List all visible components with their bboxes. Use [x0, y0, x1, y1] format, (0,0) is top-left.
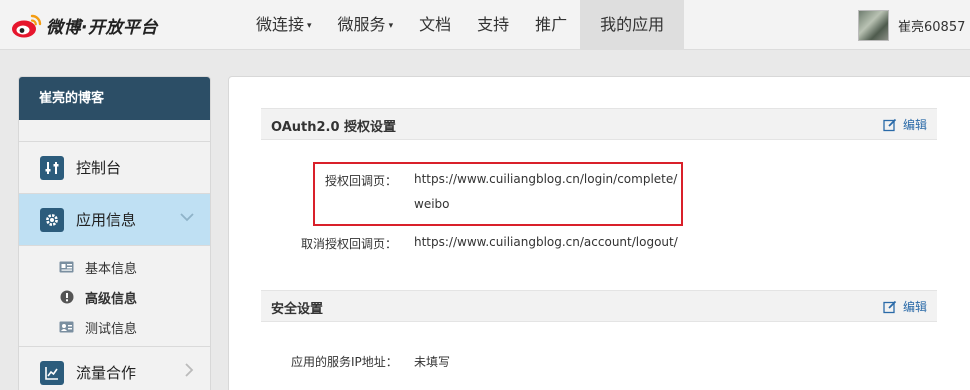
weibo-open-platform-logo[interactable]: 微博·开放平台	[10, 10, 158, 40]
nav-item-label: 微服务	[337, 15, 386, 34]
nav-item-my-apps[interactable]: 我的应用	[580, 0, 685, 50]
nav-item-label: 我的应用	[600, 15, 665, 34]
section-title: OAuth2.0 授权设置	[271, 120, 397, 135]
sidebar-app-name: 崔亮的博客	[19, 77, 210, 120]
section-title: 安全设置	[271, 302, 324, 317]
top-navigation-bar: 微博·开放平台 微连接 ▾ 微服务 ▾ 文档 支持 推广 我的应用 崔亮60857	[0, 0, 970, 50]
edit-label: 编辑	[902, 300, 927, 314]
chevron-down-icon	[180, 210, 194, 226]
id-card-icon	[59, 261, 74, 274]
nav-item-micro-service[interactable]: 微服务 ▾	[325, 0, 407, 50]
brand-name: 微博·开放平台	[46, 17, 158, 38]
main-panel: OAuth2.0 授权设置 编辑 授权回调页： https://www.cuil…	[228, 76, 970, 390]
server-ip-value: 未填写	[414, 355, 451, 369]
avatar[interactable]	[858, 9, 889, 41]
chevron-down-icon: ▾	[388, 20, 394, 31]
nav-item-support[interactable]: 支持	[464, 0, 522, 50]
alert-circle-icon	[59, 290, 74, 304]
chevron-down-icon: ▾	[307, 20, 312, 31]
sidebar-item-console[interactable]: 控制台	[19, 142, 210, 194]
sidebar-spacer	[19, 120, 210, 142]
gear-icon	[40, 207, 64, 232]
sidebar-item-traffic-cooperation[interactable]: 流量合作	[19, 347, 210, 390]
cancel-callback-url-label: 取消授权回调页：	[301, 237, 398, 251]
sidebar-subitem-advanced-info[interactable]: 高级信息	[19, 282, 210, 312]
sidebar-subitem-label: 高级信息	[85, 291, 138, 307]
sidebar-subitem-test-info[interactable]: 测试信息	[19, 312, 210, 342]
edit-icon	[883, 300, 897, 313]
chart-icon	[40, 360, 64, 385]
sidebar-item-label: 应用信息	[76, 211, 137, 229]
sidebar-subitem-basic-info[interactable]: 基本信息	[19, 252, 210, 282]
edit-icon	[883, 118, 897, 131]
test-user-icon	[59, 321, 74, 334]
weibo-logo-icon	[12, 14, 42, 38]
chevron-right-icon	[184, 363, 194, 381]
cancel-callback-url-value: https://www.cuiliangblog.cn/account/logo…	[414, 235, 678, 249]
security-section-header: 安全设置 编辑	[261, 290, 937, 322]
sidebar-item-app-info[interactable]: 应用信息	[19, 194, 210, 246]
nav-item-label: 支持	[477, 15, 510, 34]
sidebar-submenu: 基本信息 高级信息 测试信息	[19, 246, 210, 347]
sliders-icon	[40, 155, 64, 180]
callback-highlight-box	[313, 162, 683, 226]
server-ip-label: 应用的服务IP地址：	[291, 355, 398, 369]
sidebar-item-label: 控制台	[76, 159, 122, 177]
sidebar-subitem-label: 测试信息	[85, 321, 138, 337]
sidebar: 崔亮的博客 控制台 应用信息 基本信息 高级信息 测试信息 流量合作	[18, 76, 211, 390]
oauth-edit-button[interactable]: 编辑	[883, 116, 927, 133]
user-menu[interactable]: 崔亮60857	[858, 9, 965, 41]
edit-label: 编辑	[902, 118, 927, 132]
nav-item-promotion[interactable]: 推广	[522, 0, 580, 50]
nav-item-docs[interactable]: 文档	[406, 0, 464, 50]
nav-item-label: 文档	[419, 15, 452, 34]
main-nav: 微连接 ▾ 微服务 ▾ 文档 支持 推广 我的应用	[243, 0, 685, 50]
oauth-section-header: OAuth2.0 授权设置 编辑	[261, 108, 937, 140]
nav-item-label: 微连接	[256, 15, 305, 34]
username[interactable]: 崔亮60857	[898, 16, 965, 35]
sidebar-item-label: 流量合作	[76, 364, 137, 382]
nav-item-label: 推广	[535, 15, 568, 34]
nav-item-micro-connect[interactable]: 微连接 ▾	[243, 0, 325, 50]
sidebar-subitem-label: 基本信息	[85, 261, 138, 277]
security-edit-button[interactable]: 编辑	[883, 298, 927, 315]
